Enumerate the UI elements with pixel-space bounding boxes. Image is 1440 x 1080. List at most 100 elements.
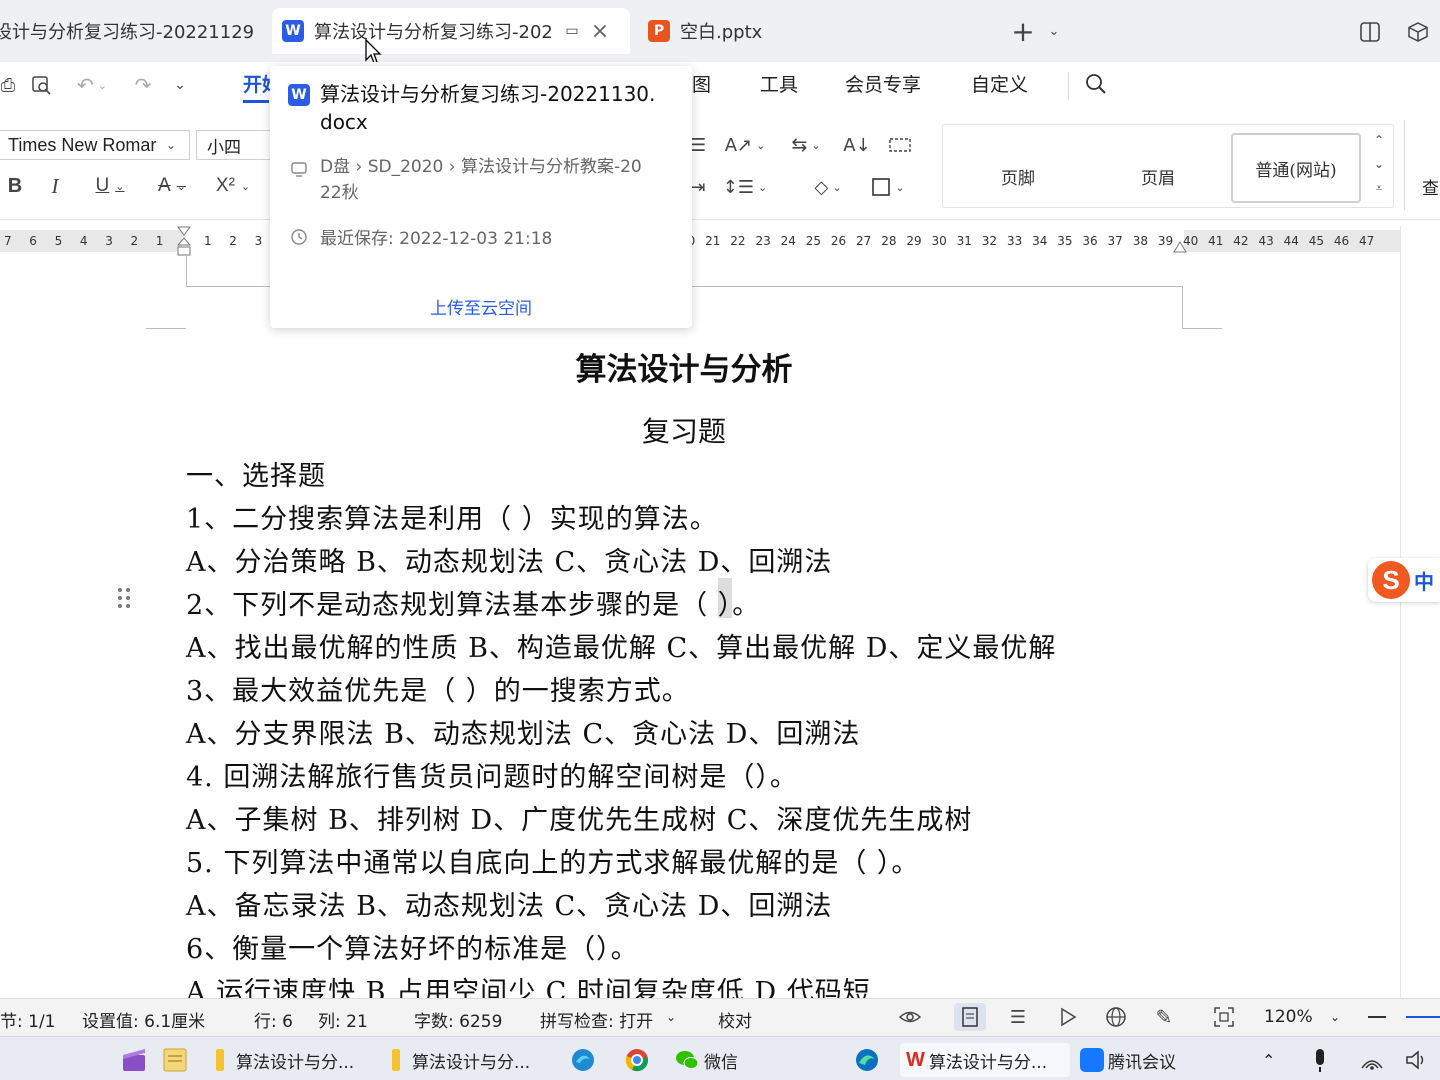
ruler-tick-label: 28: [881, 234, 897, 248]
taskbar-item[interactable]: 微信: [674, 1043, 774, 1077]
taskbar-item[interactable]: 腾讯会议: [1080, 1043, 1210, 1077]
ruler-tick-label: 37: [1107, 234, 1123, 248]
bold-icon[interactable]: B: [4, 172, 26, 200]
edge-alt-icon[interactable]: [854, 1043, 884, 1077]
more-chevron-icon[interactable]: ⌄: [170, 72, 190, 98]
windows-taskbar: 算法设计与分... 算法设计与分... 微信 W 算法设计与分... 腾讯会议 …: [0, 1036, 1440, 1080]
font-size-value: 小四: [207, 137, 241, 158]
underline-icon[interactable]: U ⌄: [88, 172, 132, 200]
tab-previous-doc[interactable]: 设计与分析复习练习-20221129: [0, 8, 262, 54]
chevron-down-icon: ⌄: [166, 138, 177, 152]
edge-browser-icon[interactable]: [570, 1043, 600, 1077]
close-tab-icon[interactable]: ×: [588, 19, 612, 44]
tab-pptx[interactable]: P 空白.pptx: [638, 8, 994, 54]
monitor-icon[interactable]: ▭: [562, 21, 582, 41]
swap-icon[interactable]: ⇆ ⌄: [784, 132, 828, 158]
popup-saved-time: 最近保存: 2022-12-03 21:18: [320, 229, 553, 249]
shading-icon[interactable]: ◇ ⌄: [806, 174, 850, 200]
page-corner-mark: [1182, 328, 1222, 329]
chevron-down-icon[interactable]: ⌄: [1044, 18, 1064, 44]
upload-cloud-link[interactable]: 上传至云空间: [270, 294, 692, 319]
align-icon[interactable]: ☰: [690, 132, 706, 158]
style-header[interactable]: 页眉: [1103, 141, 1213, 211]
popup-filename: 算法设计与分析复习练习-20221130. docx: [320, 80, 680, 136]
document-area[interactable]: 算法设计与分析 复习题 一、选择题 1、二分搜索算法是利用（ ）实现的算法。 A…: [0, 256, 1400, 998]
zoom-slider[interactable]: [1406, 1016, 1440, 1018]
taskbar-label: 算法设计与分...: [928, 1052, 1048, 1073]
indent-marker-icon[interactable]: [176, 226, 192, 256]
menu-bar: ⎙ ↶ ⌄ ↷ ⌄ 开始 图 工具 会员专享 自定义: [0, 62, 1440, 110]
menu-tools[interactable]: 工具: [760, 70, 798, 97]
taskbar-item-active[interactable]: W 算法设计与分...: [900, 1043, 1070, 1077]
distribute-icon[interactable]: [886, 132, 914, 158]
tray-chevron-up-icon[interactable]: ⌃: [1262, 1043, 1286, 1077]
text-direction-icon[interactable]: A↗ ⌄: [722, 132, 768, 158]
drag-handle-icon[interactable]: [116, 586, 132, 612]
style-footer[interactable]: 页脚: [963, 141, 1073, 211]
microphone-icon[interactable]: [1312, 1043, 1336, 1077]
ribbon: Times New Romar ⌄ 小四 B I U ⌄ A ⌄ X² ⌄ ☰ A↗ ⌄…: [0, 110, 1440, 220]
print-icon[interactable]: ⎙: [0, 72, 16, 98]
eye-icon[interactable]: [898, 1005, 922, 1029]
play-icon[interactable]: [1056, 1005, 1080, 1029]
border-icon[interactable]: ⌄: [866, 174, 910, 200]
zoom-out-icon[interactable]: [1368, 1016, 1386, 1018]
sort-icon[interactable]: A↓: [842, 132, 872, 158]
menu-view[interactable]: 图: [692, 70, 711, 97]
horizontal-ruler[interactable]: 7654321123 20212223242526272829303132333…: [0, 226, 1400, 256]
indent-icon[interactable]: ⇥: [690, 174, 706, 200]
search-icon[interactable]: [1082, 70, 1110, 98]
movie-app-icon[interactable]: [120, 1043, 154, 1077]
menu-custom[interactable]: 自定义: [971, 70, 1028, 97]
ruler-tick-label: 31: [956, 234, 972, 248]
chrome-icon[interactable]: [624, 1043, 654, 1077]
gallery-expand-icon[interactable]: ⩡: [1370, 178, 1388, 198]
zoom-level[interactable]: 120%: [1264, 1007, 1313, 1027]
style-normal-web[interactable]: 普通(网站): [1231, 133, 1361, 203]
undo-icon[interactable]: ↶ ⌄: [72, 72, 112, 98]
taskbar-item[interactable]: 算法设计与分...: [204, 1043, 374, 1077]
status-setting[interactable]: 设置值: 6.1厘米: [82, 1007, 205, 1032]
split-view-icon[interactable]: [1356, 18, 1384, 46]
wps-writer-icon: W: [282, 20, 304, 42]
popup-path-line1: D盘 › SD_2020 › 算法设计与分析教案-20: [320, 157, 642, 177]
status-proofread[interactable]: 校对: [718, 1007, 752, 1032]
gallery-down-icon[interactable]: ⌄: [1370, 154, 1388, 174]
wps-writer-icon: W: [288, 84, 310, 106]
tab-active-doc[interactable]: W 算法设计与分析复习练习-202 ▭ ×: [272, 8, 630, 54]
fit-screen-icon[interactable]: [1212, 1005, 1236, 1029]
vertical-scrollbar[interactable]: [1400, 226, 1440, 998]
ime-toolbar[interactable]: S 中: [1368, 558, 1440, 602]
superscript-icon[interactable]: X² ⌄: [208, 172, 258, 200]
status-bar: 节: 1/1 设置值: 6.1厘米 行: 6 列: 21 字数: 6259 拼写…: [0, 998, 1440, 1036]
document-title: 算法设计与分析: [575, 352, 793, 388]
notepad-app-icon[interactable]: [160, 1043, 194, 1077]
ruler-tick-label: 41: [1208, 234, 1224, 248]
right-indent-marker-icon[interactable]: [1172, 240, 1188, 256]
chevron-down-icon[interactable]: ⌄: [666, 1010, 676, 1024]
taskbar-item[interactable]: 算法设计与分...: [380, 1043, 550, 1077]
italic-icon[interactable]: I: [44, 172, 66, 200]
web-view-icon[interactable]: [1104, 1005, 1128, 1029]
menu-member[interactable]: 会员专享: [845, 70, 921, 97]
find-button[interactable]: 查: [1422, 174, 1439, 199]
status-wordcount[interactable]: 字数: 6259: [414, 1007, 502, 1032]
doc-line: 1、二分搜索算法是利用（ ）实现的算法。: [186, 504, 718, 535]
print-preview-icon[interactable]: [28, 72, 54, 98]
outline-view-icon[interactable]: ☰: [1006, 1005, 1030, 1029]
speaker-icon[interactable]: [1404, 1043, 1434, 1077]
cube-icon[interactable]: [1404, 18, 1432, 46]
new-tab-plus-icon[interactable]: +: [1008, 15, 1038, 48]
doc-line: A、分治策略 B、动态规划法 C、贪心法 D、回溯法: [186, 547, 833, 578]
redo-icon[interactable]: ↷: [128, 72, 158, 98]
font-name-select[interactable]: Times New Romar ⌄: [0, 130, 190, 160]
wifi-icon[interactable]: [1360, 1043, 1386, 1077]
page-view-icon[interactable]: [954, 1003, 986, 1031]
pen-icon[interactable]: ✎: [1152, 1005, 1176, 1029]
line-spacing-icon[interactable]: ↕☰ ⌄: [722, 174, 768, 200]
font-size-select[interactable]: 小四: [196, 130, 270, 160]
gallery-up-icon[interactable]: ⌃: [1370, 130, 1388, 150]
status-spellcheck[interactable]: 拼写检查: 打开: [540, 1007, 653, 1032]
chevron-down-icon[interactable]: ⌄: [1330, 1010, 1340, 1024]
strikethrough-icon[interactable]: A ⌄: [150, 172, 194, 200]
